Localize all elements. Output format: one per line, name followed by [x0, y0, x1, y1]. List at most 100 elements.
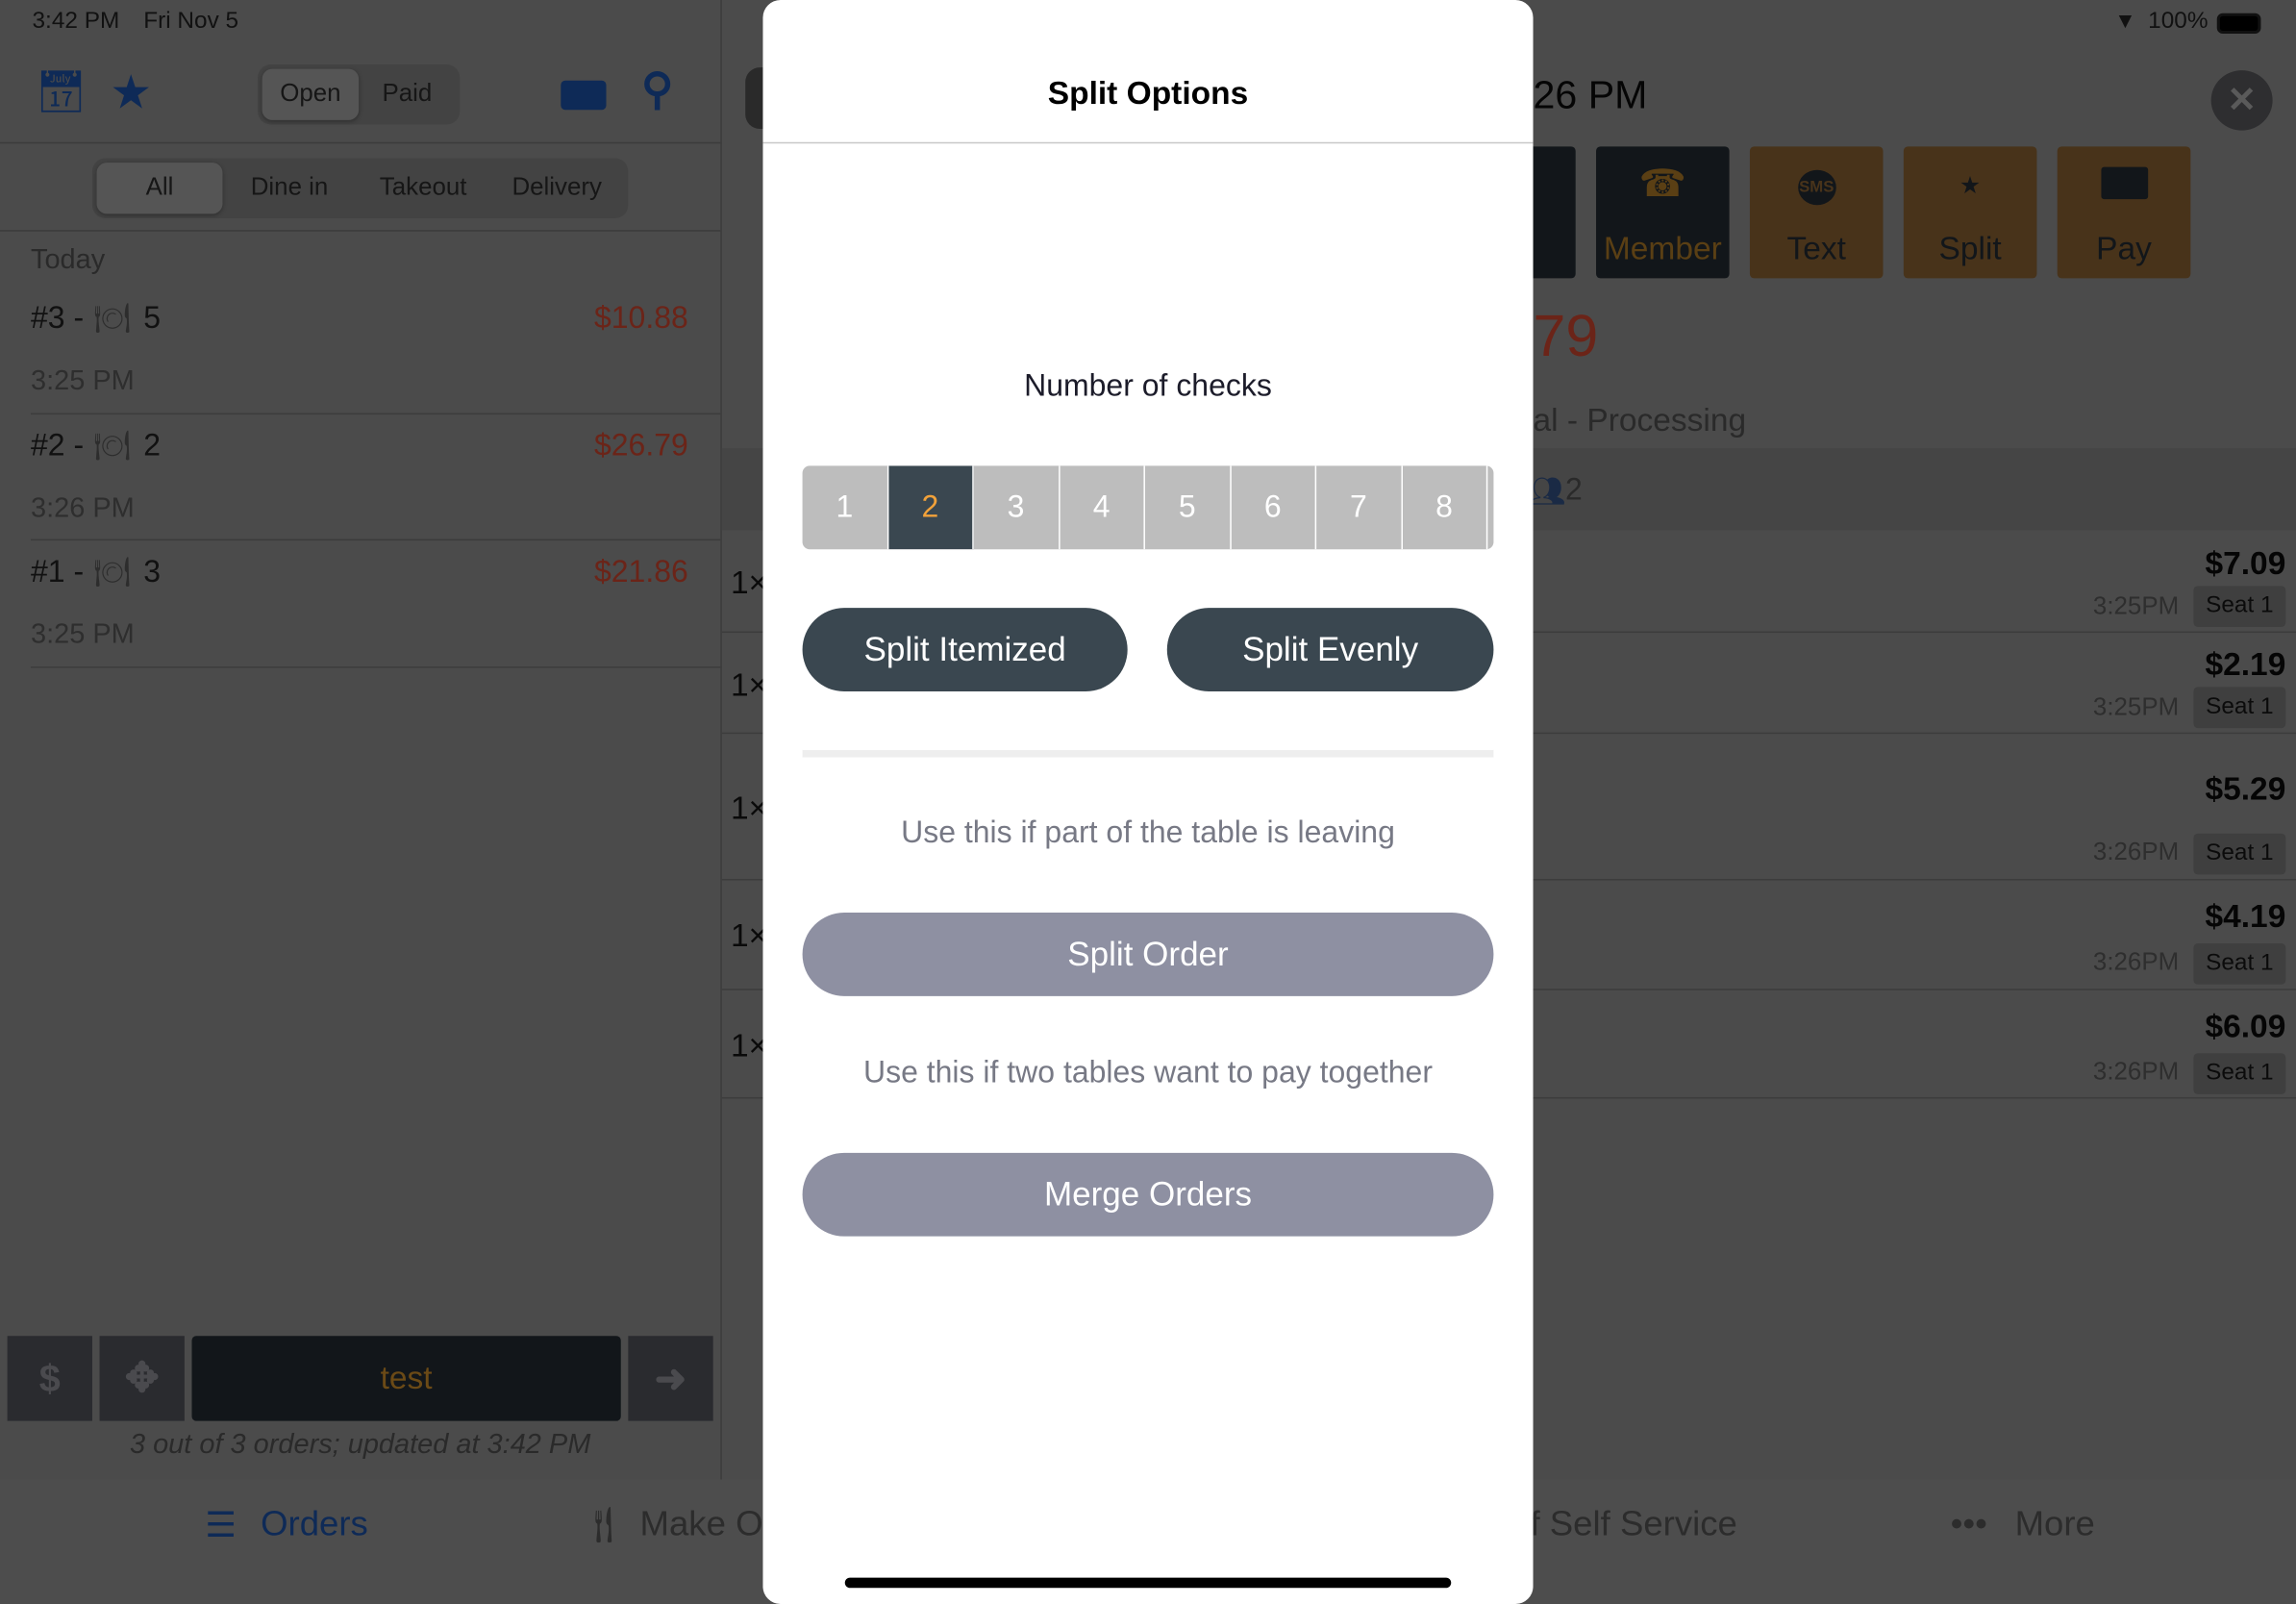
- item-price: $5.29: [2205, 770, 2286, 808]
- text-label: Text: [1786, 230, 1846, 267]
- wifi-icon: ▼: [2114, 9, 2136, 35]
- phone-icon: ☎: [1638, 161, 1686, 206]
- order-header-time: 26 PM: [1533, 73, 1648, 117]
- check-option-2[interactable]: 2: [887, 465, 974, 550]
- order-price: $10.88: [593, 301, 688, 336]
- guest-count: 2: [1565, 473, 1583, 508]
- order-type-filter: All Dine in Takeout Delivery: [91, 158, 629, 218]
- order-time: 3:26 PM: [30, 493, 135, 525]
- orders-footer: 3 out of 3 orders; updated at 3:42 PM: [129, 1429, 591, 1461]
- item-qty: 1×: [730, 564, 768, 601]
- battery-icon: [2216, 13, 2261, 35]
- order-number: #2 -: [30, 429, 85, 464]
- check-option-8[interactable]: 8: [1402, 465, 1488, 550]
- text-button[interactable]: SMS Text: [1749, 146, 1884, 279]
- item-time: 3:25PM: [2092, 591, 2180, 620]
- tab-orders[interactable]: Orders: [261, 1504, 368, 1545]
- filter-delivery[interactable]: Delivery: [490, 163, 624, 213]
- home-indicator: [844, 1577, 1452, 1589]
- calendar-icon[interactable]: 📅︎: [36, 67, 87, 115]
- item-qty: 1×: [730, 916, 768, 954]
- search-icon[interactable]: ⚲: [641, 64, 673, 115]
- seat-badge: Seat 1: [2193, 586, 2286, 627]
- status-date: Fri Nov 5: [143, 9, 239, 35]
- member-button[interactable]: ☎ Member: [1596, 146, 1730, 279]
- number-of-checks-selector: 1 2 3 4 5 6 7 8: [802, 465, 1494, 550]
- fork-knife-icon: 🍴︎: [581, 1505, 627, 1546]
- item-qty: 1×: [730, 666, 768, 704]
- open-paid-toggle: Open Paid: [258, 64, 461, 125]
- check-option-4[interactable]: 4: [1060, 465, 1145, 550]
- order-row[interactable]: #2 - 🍽 2 $26.79 3:26 PM: [0, 414, 721, 541]
- split-label: Split: [1938, 230, 2002, 267]
- app-screen: 3:42 PM Fri Nov 5 ▼ 100% 📅︎ ★ Open Paid …: [0, 0, 2296, 1604]
- table-number: 3: [143, 555, 162, 589]
- item-time: 3:25PM: [2092, 692, 2180, 721]
- share-icon: ⭑: [1959, 161, 1981, 206]
- tab-open[interactable]: Open: [262, 68, 360, 120]
- star-icon[interactable]: ★: [110, 64, 152, 120]
- test-button[interactable]: test: [191, 1336, 621, 1421]
- item-time: 3:26PM: [2092, 1057, 2180, 1086]
- order-number: #1 -: [30, 555, 85, 589]
- close-button[interactable]: ✕: [2210, 70, 2273, 131]
- divider: [762, 141, 1534, 144]
- split-order-hint: Use this if part of the table is leaving: [901, 815, 1395, 850]
- filter-all[interactable]: All: [96, 163, 223, 214]
- split-button[interactable]: ⭑ Split: [1903, 146, 2037, 279]
- section-divider: [802, 749, 1494, 758]
- tab-self-service[interactable]: f Self Service: [1530, 1504, 1736, 1545]
- item-time: 3:26PM: [2092, 838, 2180, 866]
- checks-label: Number of checks: [1024, 368, 1272, 403]
- order-price: $21.86: [593, 555, 688, 589]
- tab-paid[interactable]: Paid: [359, 69, 456, 120]
- divider: [0, 141, 721, 144]
- filter-takeout[interactable]: Takeout: [357, 163, 490, 213]
- table-number: 2: [143, 429, 162, 464]
- order-number: #3 -: [30, 301, 85, 336]
- pay-label: Pay: [2096, 230, 2152, 267]
- item-price: $4.19: [2205, 897, 2286, 935]
- item-qty: 1×: [730, 789, 768, 827]
- seat-badge: Seat 1: [2193, 1053, 2286, 1094]
- check-option-6[interactable]: 6: [1231, 465, 1317, 550]
- cash-icon: [2101, 166, 2149, 200]
- tab-more[interactable]: More: [2015, 1504, 2095, 1545]
- table-icon: 🍽: [93, 303, 132, 336]
- merge-orders-hint: Use this if two tables want to pay toget…: [862, 1056, 1434, 1090]
- divider: [0, 230, 721, 232]
- member-label: Member: [1603, 230, 1722, 267]
- tab-make-order[interactable]: Make O: [640, 1504, 763, 1545]
- seat-badge: Seat 1: [2193, 943, 2286, 985]
- split-itemized-button[interactable]: Split Itemized: [802, 608, 1128, 691]
- split-order-button[interactable]: Split Order: [802, 913, 1494, 996]
- cash-button[interactable]: $: [7, 1336, 92, 1421]
- seat-badge: Seat 1: [2193, 687, 2286, 729]
- order-row[interactable]: #1 - 🍽 3 $21.86 3:25 PM: [0, 540, 721, 668]
- credit-card-icon[interactable]: [561, 80, 607, 111]
- item-price: $6.09: [2205, 1008, 2286, 1045]
- logout-icon[interactable]: ➜: [628, 1336, 713, 1421]
- merge-orders-button[interactable]: Merge Orders: [802, 1152, 1494, 1237]
- check-option-7[interactable]: 7: [1316, 465, 1403, 550]
- filter-dine-in[interactable]: Dine in: [222, 163, 356, 213]
- move-icon[interactable]: ✥: [99, 1336, 185, 1421]
- order-total: 79: [1533, 304, 1599, 369]
- order-price: $26.79: [593, 429, 688, 464]
- pay-button[interactable]: Pay: [2057, 146, 2191, 279]
- item-price: $2.19: [2205, 645, 2286, 683]
- table-icon: 🍽: [93, 556, 132, 589]
- section-header-today: Today: [30, 244, 106, 276]
- check-option-1[interactable]: 1: [803, 465, 888, 550]
- order-time: 3:25 PM: [30, 365, 135, 397]
- order-row[interactable]: #3 - 🍽 5 $10.88 3:25 PM: [0, 288, 721, 415]
- orders-icon: ☰: [205, 1505, 237, 1546]
- seat-badge: Seat 1: [2193, 833, 2286, 875]
- check-option-3[interactable]: 3: [974, 465, 1060, 550]
- battery-level: 100%: [2148, 9, 2209, 35]
- table-number: 5: [143, 301, 162, 336]
- split-options-modal: Split Options Number of checks 1 2 3 4 5…: [762, 0, 1534, 1604]
- split-evenly-button[interactable]: Split Evenly: [1166, 608, 1494, 691]
- check-option-5[interactable]: 5: [1145, 465, 1232, 550]
- item-price: $7.09: [2205, 544, 2286, 582]
